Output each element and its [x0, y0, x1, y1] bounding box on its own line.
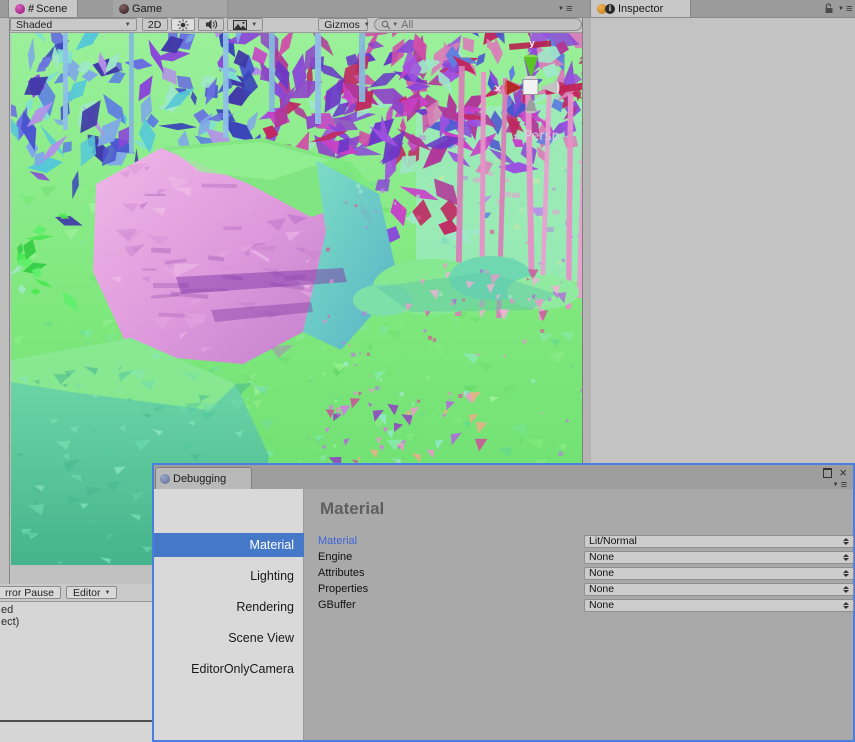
gizmos-dropdown[interactable]: Gizmos ▼	[318, 18, 368, 31]
debugging-tab-icon	[160, 474, 170, 484]
shading-mode-label: Shaded	[16, 19, 121, 31]
audio-toggle-button[interactable]	[198, 18, 224, 31]
debugging-content: Material Lighting Rendering Scene View Edito…	[154, 489, 853, 740]
chevron-down-icon: ▼	[364, 22, 370, 28]
sun-icon	[177, 19, 189, 31]
scene-search-input[interactable]: ▼ All	[374, 18, 582, 31]
field-label: GBuffer	[318, 599, 356, 612]
material-dropdown[interactable]: Lit/Normal	[584, 535, 854, 548]
updown-arrows-icon	[843, 602, 849, 609]
gizmo-center-cube[interactable]	[523, 80, 538, 95]
dropdown-value: None	[589, 568, 840, 579]
debug-sidebar-item-lighting[interactable]: Lighting	[154, 564, 304, 588]
dropdown-value: None	[589, 600, 840, 611]
tab-game-label: Game	[132, 3, 162, 15]
tab-scene[interactable]: # Scene	[8, 0, 78, 17]
scene-tab-icon	[15, 4, 25, 14]
tab-scene-label: Scene	[36, 3, 67, 15]
chevron-down-icon: ▼	[125, 22, 131, 28]
gizmos-label: Gizmos	[324, 19, 360, 31]
updown-arrows-icon	[843, 554, 849, 561]
debugging-sidebar: Material Lighting Rendering Scene View Edito…	[154, 489, 304, 740]
chevron-down-icon: ▼	[392, 22, 398, 28]
lock-icon[interactable]	[824, 3, 834, 14]
search-value: All	[401, 19, 413, 31]
dropdown-value: None	[589, 552, 840, 563]
debug-sidebar-item-rendering[interactable]: Rendering	[154, 595, 304, 619]
inspector-pane-menu[interactable]: ▼ ≡	[838, 4, 852, 14]
shading-mode-dropdown[interactable]: Shaded ▼	[10, 18, 137, 31]
debug-sidebar-item-scene-view[interactable]: Scene View	[154, 626, 304, 650]
search-icon	[381, 20, 391, 30]
menu-icon: ≡	[566, 4, 572, 14]
dropdown-value: Lit/Normal	[589, 536, 840, 547]
debugging-detail-panel: Material MaterialLit/NormalEngineNoneAtt…	[304, 489, 853, 740]
persp-label[interactable]: Persp	[524, 129, 560, 144]
field-row-attributes: Attributes None	[304, 567, 853, 581]
field-label: Properties	[318, 583, 368, 596]
menu-icon: ≡	[846, 4, 852, 14]
2d-label: 2D	[148, 19, 161, 31]
field-row-engine: Engine None	[304, 551, 853, 565]
panel-heading: Material	[320, 499, 384, 519]
field-row-material: Material Lit/Normal	[304, 535, 853, 549]
scene-view-toolbar: Shaded ▼ 2D	[10, 17, 582, 33]
attributes-dropdown[interactable]: None	[584, 567, 854, 580]
chevron-down-icon: ▼	[833, 482, 839, 488]
console-log-line[interactable]: ect)	[1, 616, 19, 628]
engine-dropdown[interactable]: None	[584, 551, 854, 564]
2d-toggle-button[interactable]: 2D	[142, 18, 168, 31]
console-panel: rror Pause Editor▼ edect)	[0, 584, 152, 742]
unity-editor-root: ≡ # Scene Game ▼ ≡ i Inspector ▼	[0, 0, 855, 742]
game-tab-icon	[119, 4, 129, 14]
console-splitter[interactable]	[0, 720, 152, 722]
chevron-down-icon: ▼	[251, 22, 257, 28]
console-toolbar: rror Pause Editor▼	[0, 584, 152, 602]
gbuffer-dropdown[interactable]: None	[584, 599, 854, 612]
image-icon	[233, 20, 247, 30]
top-tabbar: # Scene Game ▼ ≡ i Inspector ▼ ≡	[0, 0, 855, 18]
field-label: Material	[318, 535, 357, 548]
lighting-toggle-button[interactable]	[171, 18, 196, 31]
gizmo-x-axis-label: x	[495, 84, 501, 94]
effects-dropdown-button[interactable]: ▼	[227, 18, 263, 31]
tab-inspector-label: Inspector	[618, 3, 663, 15]
chevron-down-icon: ▼	[838, 6, 844, 12]
gizmo-y-axis-label: y	[529, 39, 535, 49]
updown-arrows-icon	[843, 570, 849, 577]
chevron-down-icon: ▼	[104, 590, 110, 596]
updown-arrows-icon	[843, 586, 849, 593]
debug-sidebar-item-editoronlycamera[interactable]: EditorOnlyCamera	[154, 657, 304, 681]
tab-game[interactable]: Game	[113, 0, 228, 17]
field-label: Engine	[318, 551, 352, 564]
tab-debugging[interactable]: Debugging	[155, 467, 252, 489]
field-label: Attributes	[318, 567, 364, 580]
console-button-rror-pause[interactable]: rror Pause	[0, 586, 61, 599]
dropdown-value: None	[589, 584, 840, 595]
speaker-icon	[205, 19, 218, 30]
debugging-titlebar[interactable]: Debugging × ▼ ≡	[154, 465, 853, 489]
inspector-header-icons: ▼ ≡	[824, 3, 852, 14]
console-log-lines[interactable]: edect)	[1, 604, 19, 628]
debug-sidebar-item-material[interactable]: Material	[154, 533, 304, 557]
grid-icon: #	[28, 3, 34, 15]
chevron-down-icon: ▼	[558, 6, 564, 12]
debugging-window: Debugging × ▼ ≡ Material Lighting Renderin…	[152, 463, 855, 742]
console-button-editor[interactable]: Editor▼	[66, 586, 117, 599]
info-icon: i	[605, 4, 615, 14]
properties-dropdown[interactable]: None	[584, 583, 854, 596]
tab-inspector[interactable]: i Inspector	[590, 0, 691, 17]
persp-icon: ≤	[513, 131, 521, 142]
scene-pane-menu[interactable]: ▼ ≡	[558, 4, 572, 14]
field-row-properties: Properties None	[304, 583, 853, 597]
tab-debugging-label: Debugging	[173, 473, 226, 485]
field-row-gbuffer: GBuffer None	[304, 599, 853, 613]
maximize-icon[interactable]	[823, 468, 832, 478]
updown-arrows-icon	[843, 538, 849, 545]
close-icon[interactable]: ×	[839, 468, 847, 478]
console-log-line[interactable]: ed	[1, 604, 19, 616]
